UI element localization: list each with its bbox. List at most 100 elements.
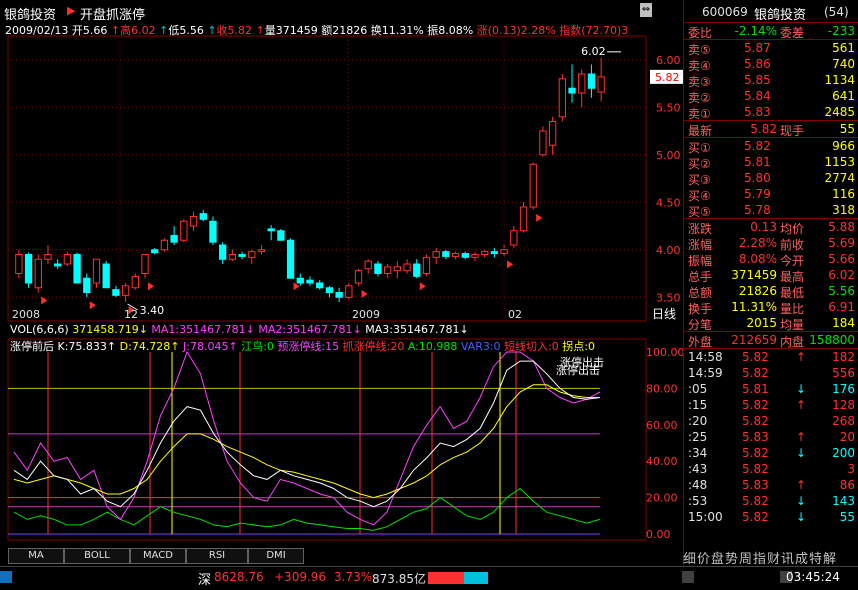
tick-row: 14:59 5.82 556 (684, 365, 858, 381)
sell-order-row[interactable]: 卖② 5.84 641 (684, 88, 858, 105)
candlestick-series (15, 57, 605, 302)
last-value: 5.82 (750, 122, 777, 136)
signal-icon[interactable] (682, 571, 694, 583)
tick-volume: 3 (847, 462, 855, 476)
tick-row: :34 5.82 ↓ 200 (684, 445, 858, 461)
buy-order-row[interactable]: 买⑤ 5.78 318 (684, 202, 858, 219)
buy-order-row[interactable]: 买② 5.81 1153 (684, 154, 858, 171)
stock-count: (54) (824, 5, 849, 19)
candle (121, 283, 130, 302)
tab-rsi[interactable]: RSI (186, 548, 248, 564)
tab-boll[interactable]: BOLL (64, 548, 130, 564)
sell-order-row[interactable]: 卖③ 5.85 1134 (684, 72, 858, 89)
tick-time: 14:59 (688, 366, 723, 380)
order-level-label: 卖① (688, 107, 711, 121)
market-label[interactable]: 深 (198, 569, 211, 588)
quote-change: 涨(0.13)2.28% (476, 24, 556, 37)
quote-panel-nav[interactable]: 细价盘势周指财讯成特解 (683, 544, 858, 568)
tick-volume: 268 (832, 414, 855, 428)
tab-macd[interactable]: MACD (130, 548, 186, 564)
tick-time: :25 (688, 430, 708, 444)
order-volume: 116 (832, 187, 855, 201)
candle (54, 259, 62, 269)
price-tick-label: 3.50 (656, 291, 681, 304)
order-volume: 740 (832, 57, 855, 71)
outer-inner-row: 外盘 212659 内盘 158800 (684, 332, 858, 349)
buy-order-row[interactable]: 买③ 5.80 2774 (684, 170, 858, 187)
buy-signal-arrow (536, 213, 543, 222)
tick-row: :53 5.82 ↓ 143 (684, 493, 858, 509)
signal-note: 涨停出击 (556, 363, 600, 377)
d-value: D:74.728 (119, 340, 171, 353)
order-volume: 641 (832, 89, 855, 103)
bid-ask-ratio-row: 委比 -2.14% 委差 -233 (684, 23, 858, 40)
up-arrow-icon: ↑ (159, 24, 169, 37)
candle (34, 254, 42, 293)
tick-row: :25 5.83 ↑ 20 (684, 429, 858, 445)
stat-row-l2: 均量 (780, 318, 805, 332)
tick-direction-icon: ↑ (796, 430, 807, 444)
order-price: 5.78 (744, 203, 771, 217)
order-price: 5.85 (744, 73, 771, 87)
tick-direction-icon: ↓ (796, 510, 807, 524)
tick-list[interactable]: 14:58 5.82 ↑ 182 14:59 5.82 556:05 5.81 ↓ 176:15 5… (684, 349, 858, 525)
stock-name[interactable]: 银鸽投资 (4, 4, 56, 23)
tab-dmi[interactable]: DMI (248, 548, 304, 564)
tick-price: 5.82 (742, 366, 769, 380)
volume-indicator-bar: VOL(6,6,6) 371458.719↓ MA1:351467.781↓ M… (10, 323, 469, 336)
d-line (13, 384, 600, 499)
candle (597, 57, 605, 102)
tick-volume: 143 (832, 494, 855, 508)
candle (451, 251, 460, 260)
quote-date: 2009/02/13 (5, 24, 69, 37)
stat-row: 涨幅 2.28% 前收 5.69 (684, 235, 858, 252)
buy-order-row[interactable]: 买④ 5.79 116 (684, 186, 858, 203)
tick-row: :05 5.81 ↓ 176 (684, 381, 858, 397)
stat-row: 换手 11.31% 量比 6.91 (684, 299, 858, 316)
status-bar: 深 8628.76 +309.96 3.73% 873.85亿 03:45:24 (0, 566, 858, 590)
nav-labels[interactable]: 细价盘势周指财讯成特解 (683, 548, 837, 567)
sell-order-row[interactable]: 卖④ 5.86 740 (684, 56, 858, 73)
stat-row-v1: 21826 (738, 284, 777, 298)
quote-amplitude: 振8.08% (427, 24, 474, 37)
sell-order-row[interactable]: 卖① 5.83 2485 (684, 104, 858, 121)
tick-direction-icon: ↓ (796, 446, 807, 460)
stat-row: 总手 371459 最高 6.02 (684, 267, 858, 284)
up-arrow-icon: ↑ (106, 340, 117, 353)
sell-orders: 卖⑤ 5.87 561 卖④ 5.86 740 卖③ 5.85 1134 卖② 5.84 641 卖① 5… (684, 40, 858, 121)
quote-low: 低5.56 (168, 24, 204, 37)
menu-icon[interactable] (0, 571, 12, 583)
strategy-name[interactable]: 开盘抓涨停 (80, 4, 145, 23)
tab-ma[interactable]: MA (8, 548, 64, 564)
candle (286, 238, 295, 279)
stat-row-v2: 184 (832, 316, 855, 330)
tick-row: :48 5.83 ↑ 86 (684, 477, 858, 493)
candle (587, 64, 596, 98)
candle (461, 251, 469, 260)
indicator-tick-label: 100.00 (646, 346, 683, 359)
expand-icon[interactable]: ⇔ (640, 3, 652, 17)
candle (364, 259, 372, 274)
stat-row: 涨跌 0.13 均价 5.88 (684, 219, 858, 236)
price-tick-label: 4.00 (656, 244, 681, 257)
order-price: 5.79 (744, 187, 771, 201)
quote-line: 2009/02/13 开5.66 ↑高6.02 ↑低5.56 ↑收5.82 ↑量… (5, 22, 628, 38)
tick-volume: 55 (839, 510, 855, 524)
turning-point-value: 拐点:0 (562, 340, 595, 353)
order-price: 5.81 (744, 155, 771, 169)
ratio-label: 委比 (688, 26, 713, 40)
kdj-name[interactable]: 涨停前后 (10, 340, 54, 353)
chart-canvas[interactable]: 6.00 5.50 5.00 4.50 4.00 3.50 5.82 6.02 3.40 200… (0, 0, 683, 548)
order-price: 5.87 (744, 41, 771, 55)
hand-label: 现手 (780, 124, 805, 138)
tick-volume: 200 (832, 446, 855, 460)
short-entry-value: 短线切入:0 (504, 340, 559, 353)
catch-limit-line-value: 抓涨停线:20 (342, 340, 405, 353)
buy-order-row[interactable]: 买① 5.82 966 (684, 138, 858, 155)
sell-order-row[interactable]: 卖⑤ 5.87 561 (684, 40, 858, 57)
tick-volume: 86 (839, 478, 855, 492)
price-tick-label: 5.50 (656, 101, 681, 114)
up-arrow-icon: ↑ (170, 340, 180, 353)
down-arrow-icon: ↓ (138, 323, 148, 336)
candle (189, 211, 198, 231)
